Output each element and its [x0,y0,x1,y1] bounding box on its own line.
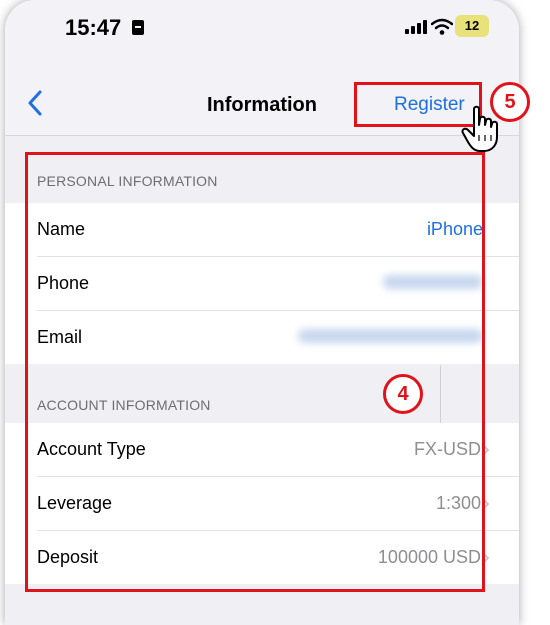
status-time: 15:47 [65,15,122,40]
wifi-icon [431,18,453,35]
form-highlight-box [25,152,485,592]
sim-card-icon [132,20,144,35]
status-bar: 15:47 [5,0,519,70]
battery-indicator: 12 [455,15,493,37]
cellular-signal-icon [405,20,427,34]
step-4-badge: 4 [383,374,423,414]
battery-level: 12 [464,18,480,33]
battery-icon: 12 [455,15,489,37]
hand-cursor-icon [461,105,498,152]
